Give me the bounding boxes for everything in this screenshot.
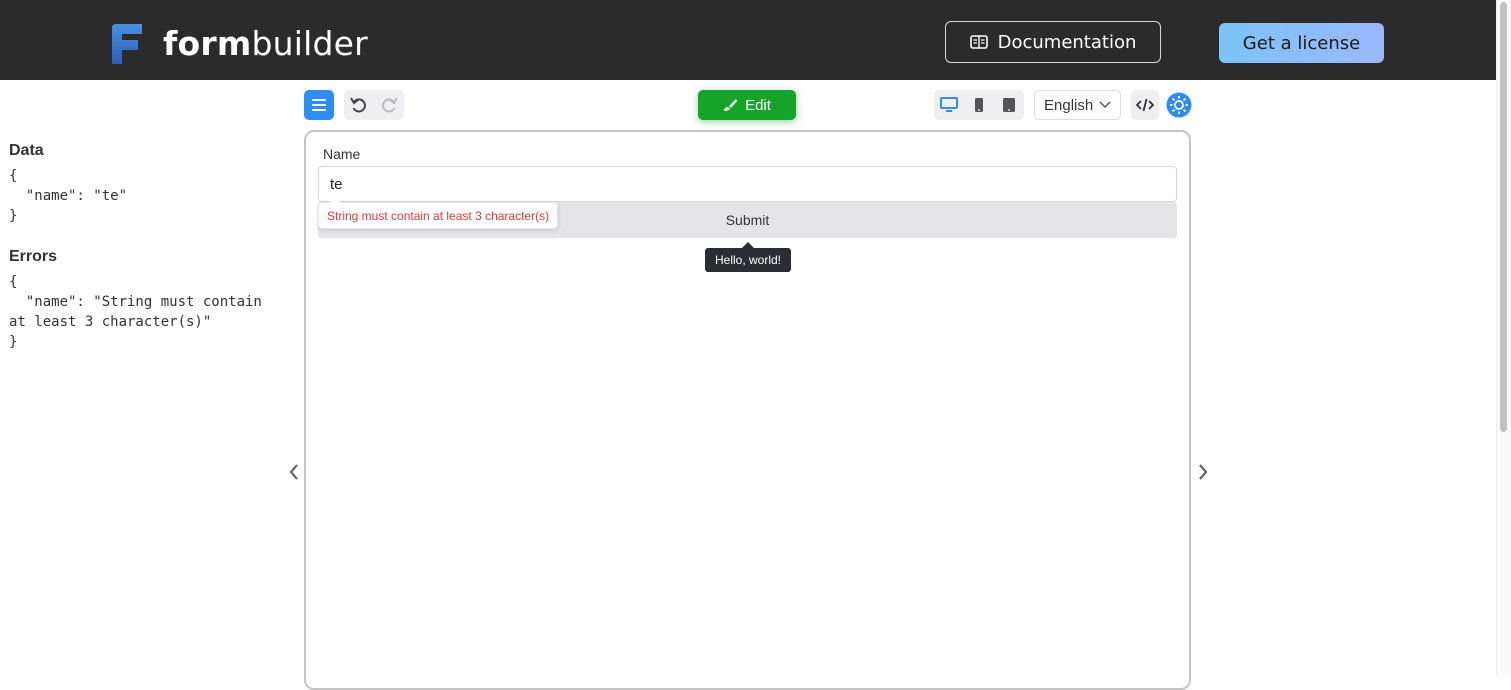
- chevron-left-icon[interactable]: [286, 462, 302, 482]
- phone-icon: [975, 98, 983, 112]
- chevron-right-icon[interactable]: [1195, 462, 1211, 482]
- language-value: English: [1044, 96, 1094, 114]
- device-selector: [934, 90, 1024, 120]
- errors-json: { "name": "String must contain at least …: [9, 274, 262, 350]
- desktop-icon: [940, 97, 958, 112]
- language-select[interactable]: English: [1034, 90, 1121, 120]
- documentation-label: Documentation: [997, 31, 1137, 53]
- brush-icon: [724, 99, 738, 111]
- redo-icon: [382, 97, 398, 113]
- tablet-icon: [1003, 98, 1015, 112]
- errors-title: Errors: [9, 248, 58, 265]
- name-input[interactable]: te: [318, 166, 1177, 202]
- code-icon: [1136, 98, 1154, 112]
- tablet-view-button[interactable]: [996, 92, 1022, 118]
- book-icon: [969, 35, 988, 49]
- page-scrollbar-thumb[interactable]: [1500, 2, 1507, 432]
- settings-icon[interactable]: [1166, 92, 1192, 118]
- logo-icon: [112, 24, 142, 64]
- edit-button[interactable]: Edit: [698, 90, 796, 120]
- undo-redo-group: [344, 90, 404, 120]
- chevron-down-icon: [1099, 101, 1111, 109]
- edit-label: Edit: [745, 96, 771, 114]
- documentation-button[interactable]: Documentation: [945, 21, 1161, 63]
- code-view-button[interactable]: [1131, 90, 1159, 120]
- desktop-view-button[interactable]: [936, 92, 962, 118]
- top-header: formbuilder Documentation Get a license: [0, 0, 1496, 80]
- menu-icon: [312, 99, 326, 111]
- hello-tooltip: Hello, world!: [705, 242, 791, 272]
- validation-error-tooltip: String must contain at least 3 character…: [318, 197, 559, 229]
- data-json: { "name": "te" }: [9, 168, 128, 224]
- name-field-label: Name: [323, 146, 361, 162]
- brand-name[interactable]: formbuilder: [163, 24, 368, 64]
- menu-button[interactable]: [304, 90, 334, 120]
- get-license-button[interactable]: Get a license: [1219, 23, 1384, 63]
- data-title: Data: [9, 142, 44, 159]
- undo-button[interactable]: [346, 92, 372, 118]
- redo-button[interactable]: [376, 92, 402, 118]
- undo-icon: [350, 97, 366, 113]
- phone-view-button[interactable]: [966, 92, 992, 118]
